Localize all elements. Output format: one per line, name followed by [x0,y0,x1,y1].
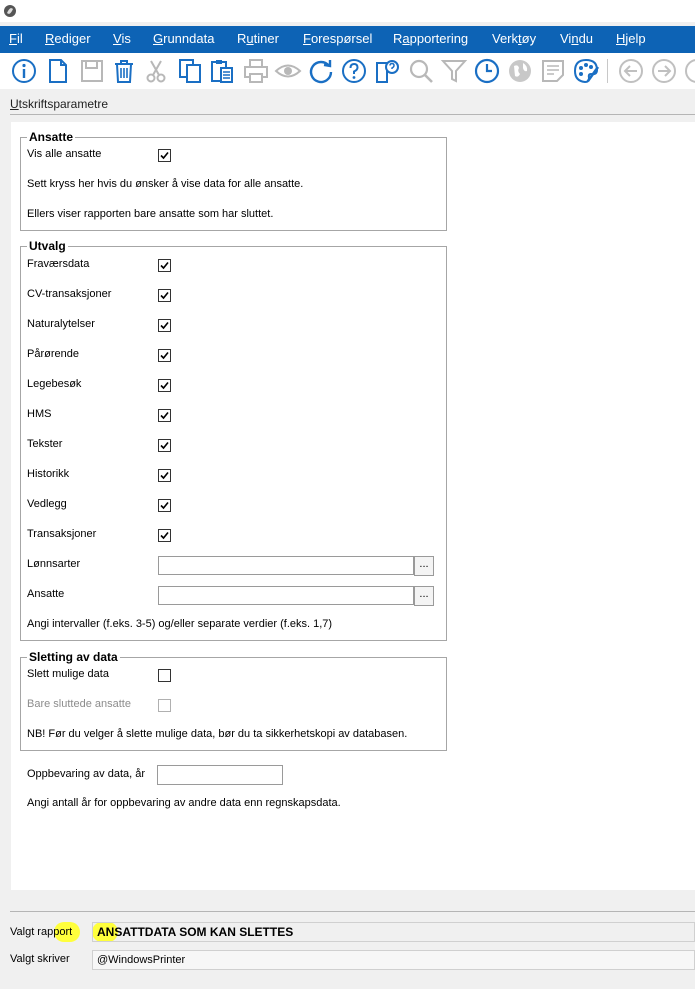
fravaersdata-checkbox[interactable] [158,259,171,272]
title-bar [0,0,695,22]
utvalg-help: Angi intervaller (f.eks. 3-5) og/eller s… [27,618,333,630]
menu-rutiner[interactable]: Rutiner [237,31,279,46]
vis-alle-ansatte-label: Vis alle ansatte [27,148,102,160]
search-icon[interactable] [407,57,435,85]
historikk-label: Historikk [27,468,70,480]
naturalytelser-checkbox[interactable] [158,319,171,332]
info-icon[interactable] [10,57,38,85]
cv-transaksjoner-label: CV-transaksjoner [27,288,112,300]
transaksjoner-label: Transaksjoner [27,528,97,540]
oppbevaring-input[interactable] [157,765,283,785]
group-sletting: Sletting av data Slett mulige data Bare … [20,650,447,751]
legebesok-label: Legebesøk [27,378,82,390]
valgt-skriver-label: Valgt skriver [10,953,70,965]
parorende-label: Pårørende [27,348,79,360]
historikk-checkbox[interactable] [158,469,171,482]
section-title: Utskriftsparametre [10,97,108,111]
hms-checkbox[interactable] [158,409,171,422]
ansatte-help-1: Sett kryss her hvis du ønsker å vise dat… [27,178,304,190]
ansatte-filter-input[interactable] [158,586,414,605]
query-icon[interactable] [373,57,401,85]
toolbar-separator [607,59,608,83]
menu-grunndata[interactable]: Grunndata [153,31,214,46]
menu-bar: Fil Rediger Vis Grunndata Rutiner Foresp… [0,26,695,53]
menu-vindu[interactable]: Vindu [560,31,593,46]
group-utvalg: Utvalg Fraværsdata CV-transaksjoner Natu… [20,239,447,641]
history-icon[interactable] [473,57,501,85]
oppbevaring-label: Oppbevaring av data, år [27,768,146,780]
refresh-icon[interactable] [307,57,335,85]
paste-icon[interactable] [208,57,236,85]
lonnsarter-lookup-button[interactable]: ... [414,556,434,576]
section-title-text: Utskriftsparametre [10,97,109,111]
tekster-label: Tekster [27,438,63,450]
ansatte-lookup-button[interactable]: ... [414,586,434,606]
delete-icon[interactable] [110,57,138,85]
app-logo-icon [4,5,16,17]
ansatte-filter-label: Ansatte [27,588,65,600]
legebesok-checkbox[interactable] [158,379,171,392]
slett-mulige-data-label: Slett mulige data [27,668,109,680]
filter-icon[interactable] [440,57,468,85]
valgt-rapport-value: ANSATTDATA SOM KAN SLETTES [92,922,695,942]
back-icon[interactable] [617,57,645,85]
sletting-help: NB! Før du velger å slette mulige data, … [27,728,408,740]
new-document-icon[interactable] [44,57,72,85]
lonnsarter-input[interactable] [158,556,414,575]
copy-icon[interactable] [176,57,204,85]
forward-icon[interactable] [650,57,678,85]
oppbevaring-help: Angi antall år for oppbevaring av andre … [27,797,341,809]
group-utvalg-legend: Utvalg [27,239,68,253]
title-divider [10,114,695,115]
cut-icon[interactable] [142,57,170,85]
footer-divider [10,911,695,912]
menu-rediger[interactable]: Rediger [45,31,91,46]
ansatte-help-2: Ellers viser rapporten bare ansatte som … [27,208,274,220]
transaksjoner-checkbox[interactable] [158,529,171,542]
valgt-rapport-label: Valgt rapport [10,926,73,938]
menu-verktoy[interactable]: Verktøy [492,31,536,46]
group-ansatte-legend: Ansatte [27,130,76,144]
bare-sluttede-ansatte-checkbox[interactable] [158,699,171,712]
menu-foresporsel[interactable]: Forespørsel [303,31,372,46]
menu-vis[interactable]: Vis [113,31,131,46]
tekster-checkbox[interactable] [158,439,171,452]
toolbar [0,53,695,89]
vedlegg-checkbox[interactable] [158,499,171,512]
cv-transaksjoner-checkbox[interactable] [158,289,171,302]
fravaersdata-label: Fraværsdata [27,258,90,270]
menu-rapportering[interactable]: Rapportering [393,31,468,46]
note-icon[interactable] [539,57,567,85]
menu-fil[interactable]: Fil [9,31,23,46]
palette-icon[interactable] [572,57,600,85]
help-icon[interactable] [340,57,368,85]
naturalytelser-label: Naturalytelser [27,318,95,330]
group-sletting-legend: Sletting av data [27,650,120,664]
valgt-skriver-value: @WindowsPrinter [92,950,695,970]
vis-alle-ansatte-checkbox[interactable] [158,149,171,162]
print-icon[interactable] [242,57,270,85]
lonnsarter-label: Lønnsarter [27,558,81,570]
hms-label: HMS [27,408,52,420]
slett-mulige-data-checkbox[interactable] [158,669,171,682]
preview-icon[interactable] [274,57,302,85]
globe-icon[interactable] [506,57,534,85]
menu-hjelp[interactable]: Hjelp [616,31,646,46]
save-icon[interactable] [78,57,106,85]
next-icon[interactable] [683,57,695,85]
group-ansatte: Ansatte Vis alle ansatte Sett kryss her … [20,130,447,231]
bare-sluttede-ansatte-label: Bare sluttede ansatte [27,698,131,710]
parorende-checkbox[interactable] [158,349,171,362]
vedlegg-label: Vedlegg [27,498,67,510]
